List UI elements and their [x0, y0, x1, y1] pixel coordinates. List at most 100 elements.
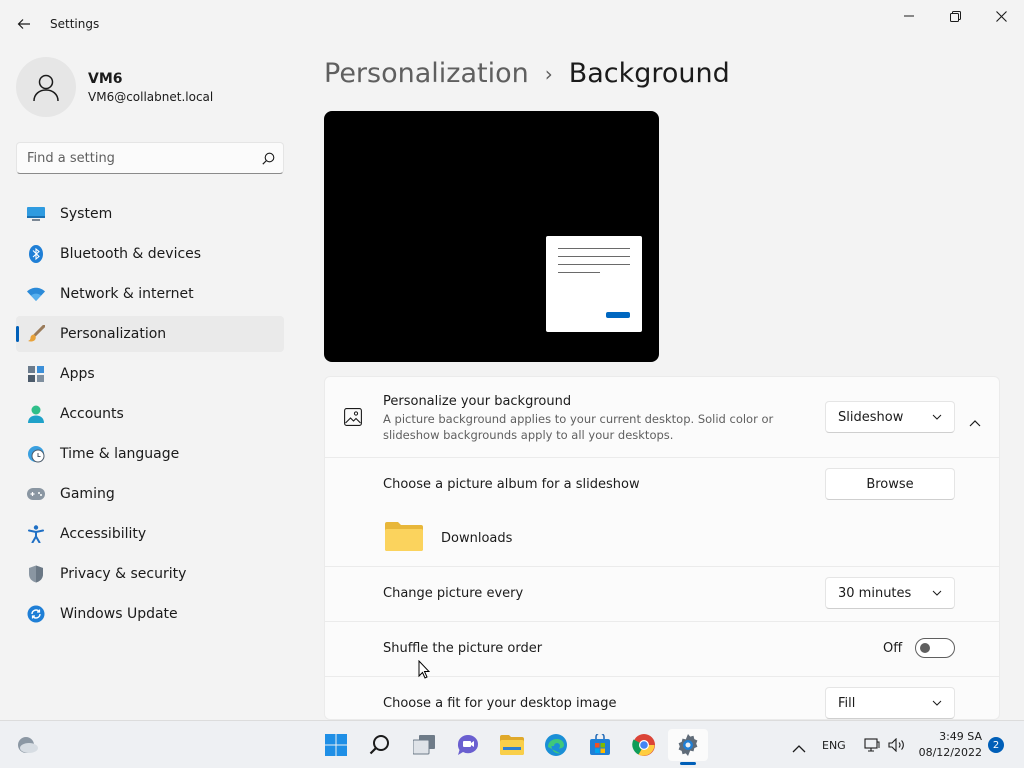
search-taskbar-button[interactable]: [360, 729, 400, 761]
shuffle-title: Shuffle the picture order: [383, 641, 543, 656]
task-view-button[interactable]: [404, 729, 444, 761]
minimize-icon: [904, 15, 914, 17]
taskbar: ENG 3:49 SA 08/12/2022: [0, 720, 1024, 768]
update-icon: [26, 604, 46, 624]
user-profile[interactable]: VM6 VM6@collabnet.local: [16, 57, 213, 117]
accounts-icon: [26, 404, 46, 424]
bluetooth-icon: [26, 244, 46, 264]
interval-dropdown[interactable]: 30 minutes: [825, 577, 955, 609]
system-clock[interactable]: 3:49 SA 08/12/2022: [918, 729, 982, 761]
start-button[interactable]: [316, 729, 356, 761]
background-type-dropdown[interactable]: Slideshow: [825, 401, 955, 433]
page-title: Background: [568, 58, 730, 89]
sidebar-item-label: System: [60, 206, 113, 222]
store-button[interactable]: [580, 729, 620, 761]
sidebar-item-label: Accounts: [60, 406, 124, 422]
network-icon[interactable]: [864, 737, 880, 756]
person-icon: [33, 74, 59, 102]
app-title: Settings: [50, 17, 100, 31]
edge-button[interactable]: [536, 729, 576, 761]
close-button[interactable]: [978, 0, 1024, 32]
shuffle-state-label: Off: [883, 641, 903, 656]
minimize-button[interactable]: [886, 0, 932, 32]
breadcrumb-parent[interactable]: Personalization: [324, 58, 529, 89]
sidebar-item-label: Bluetooth & devices: [60, 246, 202, 262]
gamepad-icon: [26, 484, 46, 504]
browse-button[interactable]: Browse: [825, 468, 955, 500]
sidebar-item-label: Privacy & security: [60, 566, 187, 582]
paintbrush-icon: [26, 324, 46, 344]
chevron-down-icon: [932, 700, 942, 706]
file-explorer-button[interactable]: [492, 729, 532, 761]
album-title: Choose a picture album for a slideshow: [383, 477, 640, 492]
clock-date: 08/12/2022: [918, 746, 982, 759]
close-icon: [995, 10, 1007, 22]
sidebar-item-bluetooth[interactable]: Bluetooth & devices: [16, 236, 284, 272]
fit-dropdown[interactable]: Fill: [825, 687, 955, 719]
volume-icon[interactable]: [888, 737, 906, 756]
weather-icon: [18, 737, 38, 753]
sidebar-item-network[interactable]: Network & internet: [16, 276, 284, 312]
sidebar-item-label: Accessibility: [60, 526, 147, 542]
edge-browser-icon: [545, 734, 567, 756]
shuffle-toggle[interactable]: [915, 638, 955, 658]
sidebar-nav: System Bluetooth & devices Network & int…: [16, 196, 284, 636]
avatar: [16, 57, 76, 117]
sidebar-item-personalization[interactable]: Personalization: [16, 316, 284, 352]
collapse-chevron-icon[interactable]: [969, 412, 981, 431]
language-indicator[interactable]: ENG: [822, 739, 846, 752]
sidebar-item-label: Gaming: [60, 486, 115, 502]
search-box[interactable]: [16, 142, 284, 174]
back-button[interactable]: [8, 8, 40, 40]
apps-icon: [26, 364, 46, 384]
chevron-down-icon: [932, 590, 942, 596]
album-folder-name[interactable]: Downloads: [441, 531, 512, 546]
sidebar-item-label: Apps: [60, 366, 95, 382]
chrome-button[interactable]: [624, 729, 664, 761]
personalize-background-row: Personalize your background A picture ba…: [325, 377, 999, 457]
sidebar-item-label: Windows Update: [60, 606, 178, 622]
settings-taskbar-button[interactable]: [668, 729, 708, 765]
search-input[interactable]: [27, 150, 262, 166]
widgets-button[interactable]: [8, 729, 48, 761]
system-icon: [26, 204, 46, 224]
sidebar-item-apps[interactable]: Apps: [16, 356, 284, 392]
background-type-value: Slideshow: [838, 409, 904, 425]
chevron-down-icon: [932, 414, 942, 420]
restore-icon: [949, 10, 961, 22]
wifi-icon: [26, 284, 46, 304]
gear-icon: [678, 734, 698, 756]
store-icon: [590, 734, 610, 755]
sidebar-item-label: Time & language: [60, 446, 180, 462]
sidebar-item-time-language[interactable]: Time & language: [16, 436, 284, 472]
notification-badge[interactable]: 2: [988, 737, 1004, 753]
chat-button[interactable]: [448, 729, 488, 761]
sidebar-item-privacy[interactable]: Privacy & security: [16, 556, 284, 592]
title-bar: Settings: [0, 0, 1024, 48]
show-hidden-icons-chevron[interactable]: [792, 738, 806, 757]
personalize-description: A picture background applies to your cur…: [383, 412, 774, 442]
change-picture-row: Change picture every 30 minutes: [325, 566, 999, 621]
preview-window-mockup: [546, 236, 642, 332]
chrome-browser-icon: [632, 734, 655, 756]
breadcrumb: Personalization › Background: [324, 58, 730, 89]
sidebar-item-gaming[interactable]: Gaming: [16, 476, 284, 512]
picture-album-row: Choose a picture album for a slideshow B…: [325, 457, 999, 566]
sidebar-item-accessibility[interactable]: Accessibility: [16, 516, 284, 552]
search-icon: [369, 735, 389, 755]
profile-email: VM6@collabnet.local: [88, 89, 214, 104]
active-app-indicator: [680, 762, 696, 765]
sidebar-item-label: Personalization: [60, 326, 167, 342]
sidebar-item-accounts[interactable]: Accounts: [16, 396, 284, 432]
personalize-title: Personalize your background: [383, 394, 572, 409]
sidebar-item-system[interactable]: System: [16, 196, 284, 232]
search-icon: [262, 152, 275, 165]
teams-chat-icon: [457, 735, 479, 755]
interval-value: 30 minutes: [838, 585, 912, 601]
sidebar-item-windows-update[interactable]: Windows Update: [16, 596, 284, 632]
mouse-cursor-icon: [418, 659, 431, 683]
shield-icon: [26, 564, 46, 584]
fit-title: Choose a fit for your desktop image: [383, 696, 617, 711]
back-arrow-icon: [17, 19, 30, 29]
restore-button[interactable]: [932, 0, 978, 32]
